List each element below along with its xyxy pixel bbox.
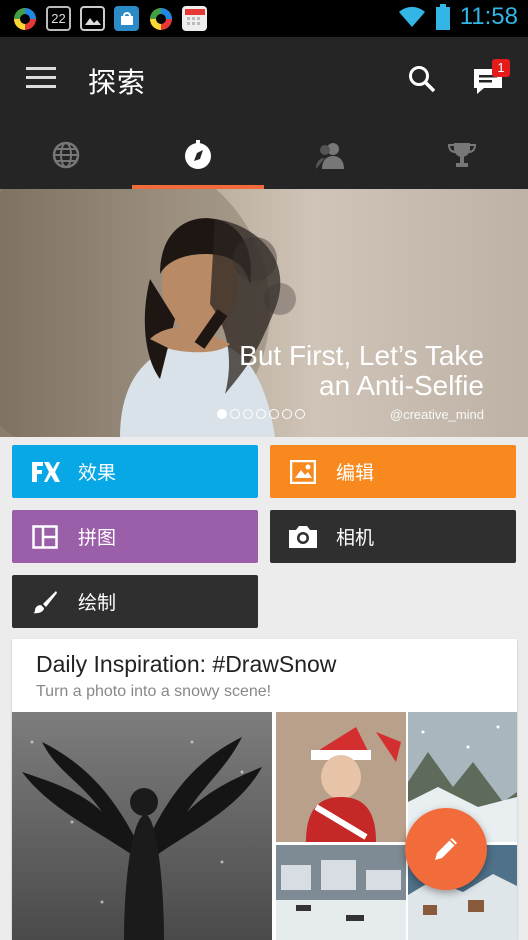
globe-icon: [52, 141, 80, 169]
notification-icons: 22: [12, 6, 207, 31]
picsart-icon: [12, 6, 37, 31]
messages-button[interactable]: 1: [470, 59, 512, 99]
tab-people[interactable]: [264, 121, 396, 189]
brush-icon: [12, 590, 78, 614]
draw-label: 绘制: [78, 592, 117, 614]
carousel-indicator: [217, 409, 305, 419]
notification-badge: 1: [492, 59, 510, 77]
carousel-dot[interactable]: [282, 409, 292, 419]
inspiration-image-town[interactable]: [276, 845, 406, 940]
system-status: 11:58: [398, 3, 518, 31]
effects-label: 效果: [78, 462, 117, 484]
create-fab[interactable]: [405, 808, 487, 890]
app-toolbar: 探索 1: [0, 37, 528, 121]
store-icon: [114, 6, 139, 31]
collage-label: 拼图: [78, 527, 117, 549]
image-edit-icon: [270, 459, 336, 484]
card-title: Daily Inspiration: #DrawSnow: [36, 651, 337, 677]
status-bar: 22 11:58: [0, 0, 528, 37]
inspiration-image-santa[interactable]: [276, 712, 406, 842]
draw-button[interactable]: 绘制: [12, 575, 258, 628]
clock: 11:58: [459, 3, 518, 30]
hero-headline-line1: But First, Let’s Take: [239, 340, 484, 371]
wifi-icon: [398, 6, 425, 27]
carousel-dot[interactable]: [295, 409, 305, 419]
calendar-date: 22: [51, 11, 66, 26]
inspiration-image-main[interactable]: [12, 712, 272, 940]
page-title: 探索: [88, 66, 147, 99]
carousel-dot[interactable]: [256, 409, 266, 419]
carousel-dot[interactable]: [217, 409, 227, 419]
tab-explore[interactable]: [132, 121, 264, 189]
trophy-icon: [448, 143, 476, 167]
tab-globe[interactable]: [0, 121, 132, 189]
hero-banner[interactable]: But First, Let’s Take an Anti-Selfie @cr…: [0, 189, 528, 437]
search-icon[interactable]: [408, 65, 436, 97]
camera-button[interactable]: 相机: [270, 510, 516, 563]
fx-icon: [12, 460, 78, 484]
hero-headline-line2: an Anti-Selfie: [319, 370, 484, 401]
daily-inspiration-card[interactable]: Daily Inspiration: #DrawSnow Turn a phot…: [12, 639, 517, 940]
camera-label: 相机: [336, 527, 375, 549]
card-subtitle: Turn a photo into a snowy scene!: [36, 683, 272, 700]
gallery-icon: [80, 6, 105, 31]
edit-label: 编辑: [336, 462, 375, 484]
calendar-icon: 22: [46, 6, 71, 31]
carousel-dot[interactable]: [243, 409, 253, 419]
effects-button[interactable]: 效果: [12, 445, 258, 498]
people-icon: [316, 143, 344, 169]
camera-icon: [270, 524, 336, 550]
notification-count: 1: [497, 60, 505, 75]
menu-icon[interactable]: [26, 67, 56, 93]
carousel-dot[interactable]: [230, 409, 240, 419]
compass-icon: [185, 140, 211, 169]
tab-bar: [0, 121, 528, 189]
calendar-grid-icon: [182, 6, 207, 31]
tab-contests[interactable]: [396, 121, 528, 189]
carousel-dot[interactable]: [269, 409, 279, 419]
collage-button[interactable]: 拼图: [12, 510, 258, 563]
collage-icon: [12, 524, 78, 549]
hero-headline: But First, Let’s Take an Anti-Selfie: [239, 341, 484, 401]
battery-icon: [435, 4, 450, 30]
picsart-icon-2: [148, 6, 173, 31]
pencil-icon: [435, 838, 457, 860]
hero-credit: @creative_mind: [389, 407, 484, 422]
edit-button[interactable]: 编辑: [270, 445, 516, 498]
